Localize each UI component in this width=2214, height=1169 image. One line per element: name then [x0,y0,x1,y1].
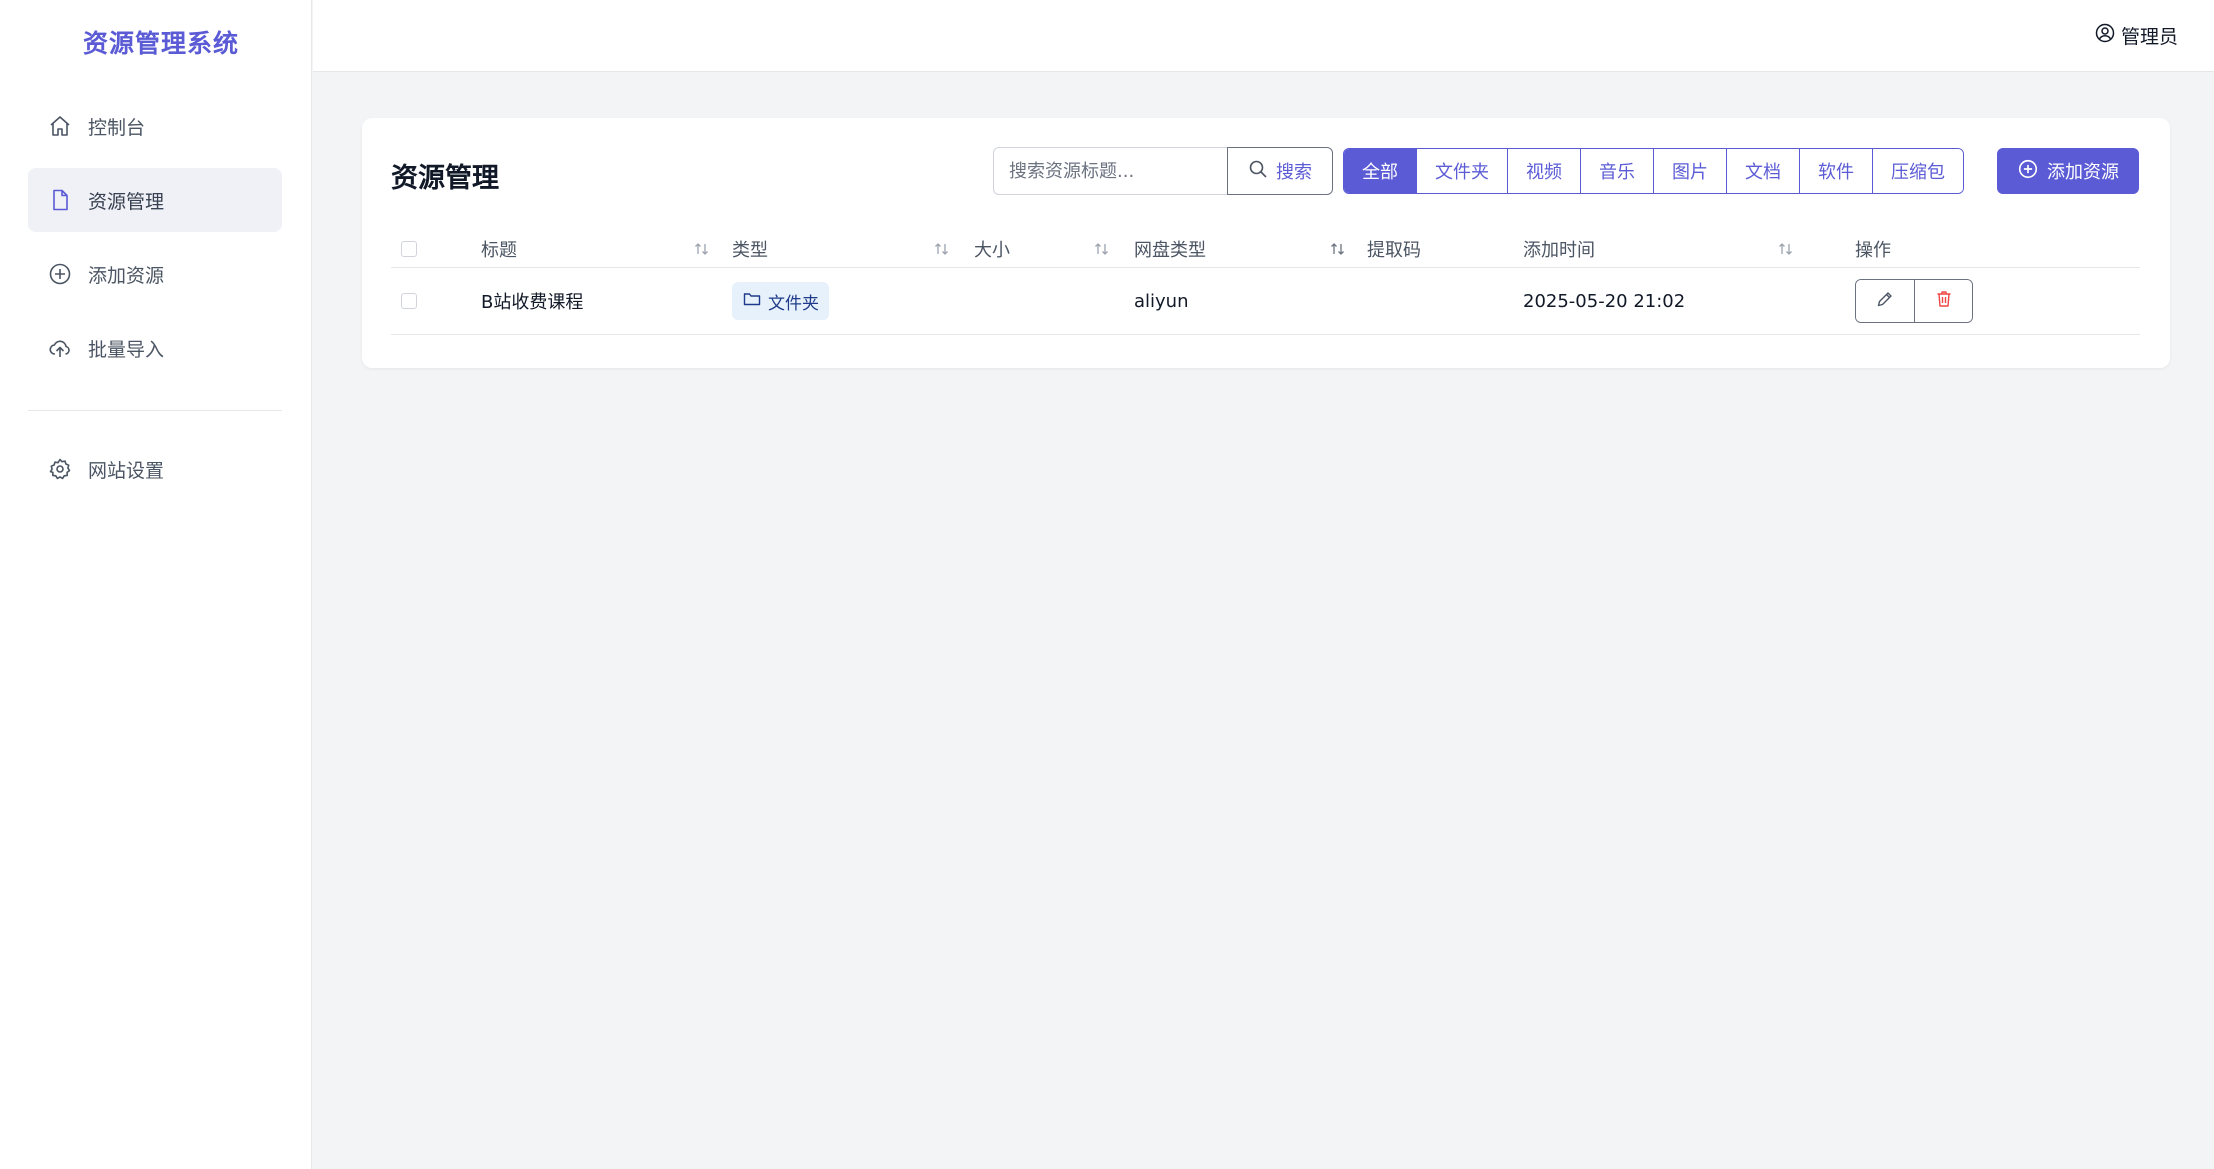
search-button[interactable]: 搜索 [1227,147,1333,195]
filter-folder[interactable]: 文件夹 [1416,149,1507,193]
sidebar-item-label: 控制台 [88,116,146,139]
plus-circle-icon [2017,158,2039,185]
gear-icon [48,457,72,481]
add-resource-button[interactable]: 添加资源 [1997,148,2139,194]
column-header-disk-type[interactable]: 网盘类型 [1134,230,1206,267]
sort-icon[interactable] [1329,230,1347,267]
select-all-checkbox[interactable] [401,240,417,257]
folder-icon [742,289,762,314]
row-checkbox[interactable] [401,293,417,309]
row-title: B站收费课程 [481,292,584,313]
search-button-label: 搜索 [1276,162,1312,183]
sort-icon[interactable] [1093,230,1111,267]
sidebar-nav: 控制台 资源管理 添加资源 批量导入 网站设置 [28,94,282,511]
sort-icon[interactable] [693,230,711,267]
row-added-time: 2025-05-20 21:02 [1523,290,1686,312]
page-title: 资源管理 [391,163,499,194]
sidebar-item-batch-import[interactable]: 批量导入 [28,316,282,380]
filter-archive[interactable]: 压缩包 [1872,149,1963,193]
column-header-size[interactable]: 大小 [974,230,1010,267]
sort-icon[interactable] [1777,230,1795,267]
user-circle-icon [2095,23,2115,48]
cloud-upload-icon [48,336,72,360]
file-icon [48,188,72,212]
search-icon [1248,159,1268,184]
table-header: 标题 类型 大小 网盘类型 提取码 添加时间 操作 [391,230,2140,268]
home-icon [48,114,72,138]
type-tag-label: 文件夹 [768,293,819,314]
column-header-title[interactable]: 标题 [481,230,517,267]
row-type: 文件夹 [732,268,829,334]
table-row: B站收费课程 文件夹 aliyun 2025-05-20 21:02 [391,268,2140,335]
row-disk-type: aliyun [1134,290,1189,312]
column-header-type[interactable]: 类型 [732,230,768,267]
trash-icon [1934,289,1954,314]
sidebar-item-label: 网站设置 [88,459,165,482]
resource-table: 标题 类型 大小 网盘类型 提取码 添加时间 操作 B站收费课程 文件夹 ali… [391,230,2140,335]
row-action-group [1855,279,1973,323]
app-title: 资源管理系统 [83,29,240,58]
sidebar-item-site-settings[interactable]: 网站设置 [28,437,282,501]
sort-icon[interactable] [933,230,951,267]
type-tag: 文件夹 [732,282,829,320]
resource-management-card: 资源管理 搜索 全部 文件夹 视频 音乐 图片 文档 软件 压缩包 添加资源 标… [362,118,2170,368]
sidebar-item-resources[interactable]: 资源管理 [28,168,282,232]
column-header-code: 提取码 [1367,239,1421,261]
column-header-actions: 操作 [1855,239,1891,261]
filter-image[interactable]: 图片 [1653,149,1726,193]
filter-video[interactable]: 视频 [1507,149,1580,193]
select-all-cell [401,230,417,267]
sidebar-item-label: 添加资源 [88,264,165,287]
filter-document[interactable]: 文档 [1726,149,1799,193]
column-header-added-time[interactable]: 添加时间 [1523,230,1595,267]
sidebar: 资源管理系统 控制台 资源管理 添加资源 批量导入 网站设置 [0,0,312,1169]
user-name: 管理员 [2120,26,2178,48]
row-select-cell [401,268,417,334]
sidebar-item-dashboard[interactable]: 控制台 [28,94,282,158]
pencil-icon [1875,289,1895,314]
row-actions [1855,268,1973,334]
type-filter-group: 全部 文件夹 视频 音乐 图片 文档 软件 压缩包 [1343,148,1964,194]
search-input[interactable] [993,147,1227,195]
top-bar: 管理员 [313,0,2214,72]
filter-music[interactable]: 音乐 [1580,149,1653,193]
filter-software[interactable]: 软件 [1799,149,1872,193]
sidebar-item-label: 批量导入 [88,338,165,361]
delete-button[interactable] [1914,280,1972,322]
user-menu[interactable]: 管理员 [2095,22,2178,49]
add-resource-label: 添加资源 [2047,162,2119,183]
edit-button[interactable] [1856,280,1914,322]
sidebar-item-add-resource[interactable]: 添加资源 [28,242,282,306]
sidebar-item-label: 资源管理 [88,190,165,213]
filter-all[interactable]: 全部 [1344,149,1416,193]
plus-circle-icon [48,262,72,286]
sidebar-divider [28,410,282,411]
